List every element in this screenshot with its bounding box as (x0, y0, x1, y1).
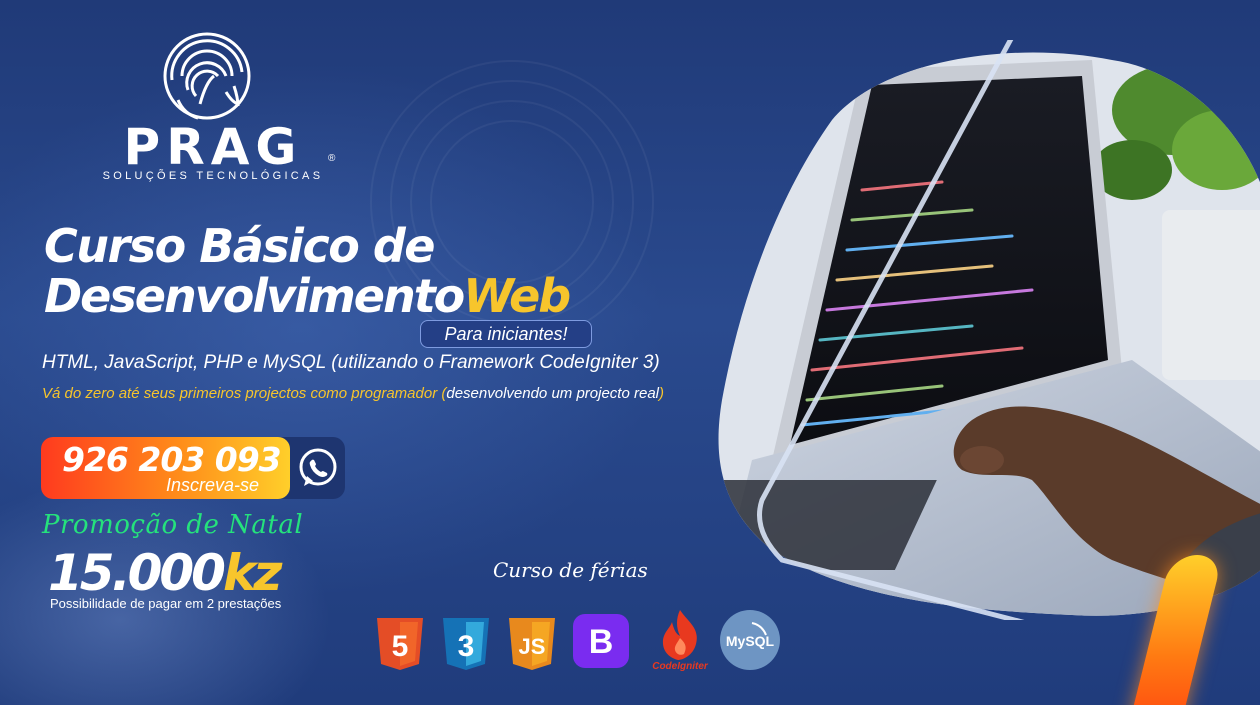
course-title-line1: Curso Básico de (44, 219, 435, 273)
technologies-text: HTML, JavaScript, PHP e MySQL (utilizand… (42, 352, 660, 373)
mysql-label: MySQL (726, 633, 775, 649)
course-banner: PRAG ® SOLUÇÕES TECNOLÓGICAS Curso Básic… (0, 0, 1260, 705)
signup-label: Inscreva-se (166, 475, 260, 495)
css3-icon: 3 (443, 618, 489, 670)
promise-note: desenvolvendo um projecto real (446, 385, 659, 402)
course-title-main: Desenvolvimento (44, 269, 465, 323)
javascript-icon: JS (509, 618, 555, 670)
fingerprint-icon (163, 32, 251, 120)
html5-icon: 5 (377, 618, 423, 670)
promise-text: Vá do zero até seus primeiros projectos … (42, 385, 664, 402)
bootstrap-icon: B (573, 614, 629, 668)
course-title-accent: Web (463, 269, 571, 323)
installments-note: Possibilidade de pagar em 2 prestações (50, 596, 282, 611)
promo-title: Promoção de Natal (42, 510, 304, 540)
registered-mark: ® (328, 153, 336, 164)
brand-tagline: SOLUÇÕES TECNOLÓGICAS (102, 170, 324, 182)
whatsapp-icon[interactable] (296, 446, 340, 490)
codeigniter-icon (662, 610, 697, 660)
promise-main: Vá do zero até seus primeiros projectos … (42, 385, 447, 402)
javascript-label: JS (519, 634, 546, 659)
bootstrap-label: B (589, 623, 614, 661)
css3-label: 3 (458, 630, 475, 663)
brand-name: PRAG (123, 118, 303, 176)
vacation-course-label: Curso de férias (493, 558, 648, 582)
brand-logo: PRAG ® SOLUÇÕES TECNOLÓGICAS (88, 30, 338, 190)
codeigniter-label: CodeIgniter (652, 661, 708, 672)
laptop-photo (718, 40, 1260, 620)
course-title-line2: DesenvolvimentoWeb (44, 269, 571, 323)
audience-badge: Para iniciantes! (420, 320, 592, 348)
price-number: 15.000 (48, 544, 226, 602)
html5-label: 5 (392, 630, 409, 663)
price-currency: kz (222, 544, 282, 602)
promise-close: ) (659, 385, 664, 402)
price: 15.000kz (48, 544, 282, 602)
